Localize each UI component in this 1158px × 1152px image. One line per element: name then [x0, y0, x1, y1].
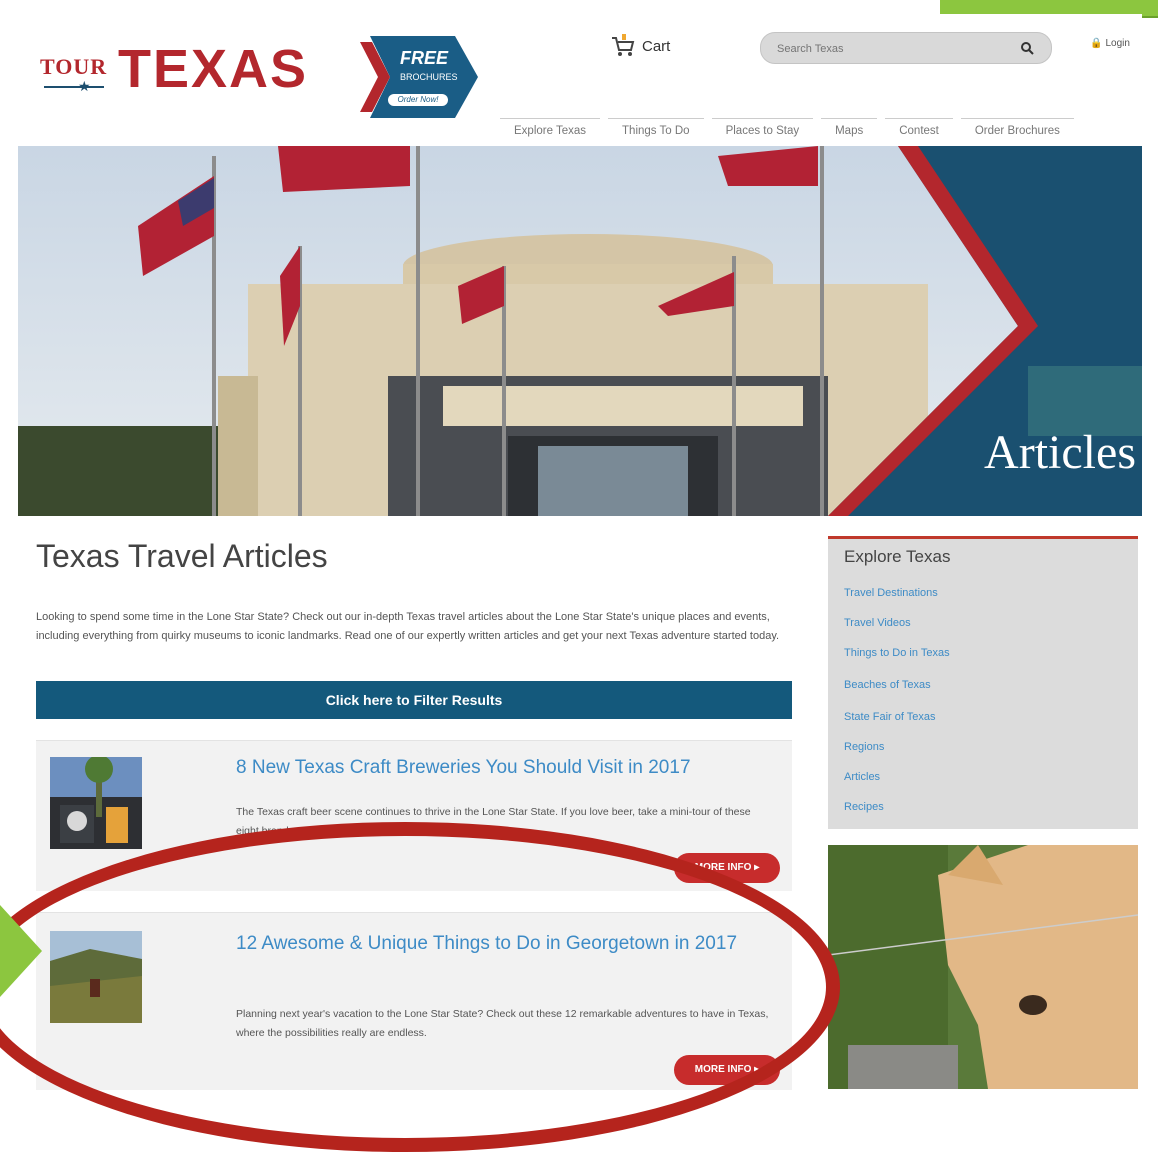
- brewery-image: [50, 757, 142, 849]
- article-title[interactable]: 8 New Texas Craft Breweries You Should V…: [236, 753, 691, 783]
- search-box: [760, 32, 1052, 64]
- tour-texas-logo[interactable]: TOUR ★ TEXAS FREE BROCHURES Order Now!: [40, 34, 478, 124]
- sidebar: Explore Texas Travel Destinations Travel…: [828, 536, 1138, 829]
- search-input[interactable]: [775, 39, 1009, 59]
- article-thumbnail[interactable]: [50, 757, 142, 849]
- more-info-button[interactable]: MORE INFO ▸: [674, 1055, 780, 1085]
- article-card: 8 New Texas Craft Breweries You Should V…: [36, 740, 792, 891]
- sidebar-link-things-to-do[interactable]: Things to Do in Texas: [844, 647, 950, 659]
- sidebar-link-travel-videos[interactable]: Travel Videos: [844, 617, 911, 629]
- sidebar-horse-photo[interactable]: [828, 845, 1138, 1089]
- nav-order-brochures[interactable]: Order Brochures: [960, 118, 1074, 143]
- sidebar-link-travel-destinations[interactable]: Travel Destinations: [844, 587, 938, 599]
- article-thumbnail[interactable]: [50, 931, 142, 1023]
- nav-contest[interactable]: Contest: [885, 118, 953, 143]
- nav-explore-texas[interactable]: Explore Texas: [500, 118, 601, 143]
- search-icon: [1021, 42, 1034, 55]
- login-label: Login: [1105, 38, 1130, 49]
- sidebar-link-beaches[interactable]: Beaches of Texas: [844, 679, 931, 691]
- article-title[interactable]: 12 Awesome & Unique Things to Do in Geor…: [236, 929, 776, 959]
- cart-label: Cart: [642, 37, 671, 55]
- more-info-button[interactable]: MORE INFO ▸: [674, 853, 780, 883]
- horse-image: [828, 845, 1138, 1089]
- site-header: TOUR ★ TEXAS FREE BROCHURES Order Now! C…: [18, 14, 1142, 146]
- cart-icon: [612, 34, 635, 56]
- nav-things-to-do[interactable]: Things To Do: [608, 118, 704, 143]
- sidebar-title: Explore Texas: [844, 547, 951, 566]
- sidebar-link-recipes[interactable]: Recipes: [844, 801, 884, 813]
- badge-free-text: FREE: [400, 48, 449, 68]
- logo-texas-text: TEXAS: [118, 39, 309, 99]
- nav-maps[interactable]: Maps: [821, 118, 878, 143]
- badge-order-button[interactable]: Order Now!: [388, 94, 448, 106]
- nav-places-to-stay[interactable]: Places to Stay: [711, 118, 814, 143]
- sidebar-link-articles[interactable]: Articles: [844, 771, 880, 783]
- star-icon: ★: [78, 78, 91, 94]
- main-nav: Explore Texas Things To Do Places to Sta…: [500, 118, 1082, 143]
- search-button[interactable]: [1015, 37, 1039, 59]
- badge-brochures-text: BROCHURES: [400, 72, 458, 82]
- sidebar-link-state-fair[interactable]: State Fair of Texas: [844, 711, 936, 723]
- login-link[interactable]: 🔒 Login: [1090, 38, 1130, 49]
- logo-tour-text: TOUR: [40, 54, 108, 79]
- logo-underline: [44, 86, 104, 88]
- sidebar-link-regions[interactable]: Regions: [844, 741, 884, 753]
- hero-banner: Articles: [18, 146, 1142, 516]
- filter-results-button[interactable]: Click here to Filter Results: [36, 681, 792, 719]
- hero-image: [18, 146, 1142, 516]
- article-description: Planning next year's vacation to the Lon…: [236, 1008, 769, 1039]
- intro-paragraph: Looking to spend some time in the Lone S…: [36, 611, 780, 642]
- article-description: The Texas craft beer scene continues to …: [236, 806, 751, 837]
- article-card: 12 Awesome & Unique Things to Do in Geor…: [36, 912, 792, 1090]
- free-brochures-badge[interactable]: FREE BROCHURES Order Now!: [360, 36, 480, 118]
- georgetown-image: [50, 931, 142, 1023]
- lock-icon: 🔒: [1090, 38, 1103, 49]
- hero-title: Articles: [984, 426, 1136, 479]
- cart-link[interactable]: Cart: [610, 34, 670, 58]
- page-title: Texas Travel Articles: [36, 538, 328, 574]
